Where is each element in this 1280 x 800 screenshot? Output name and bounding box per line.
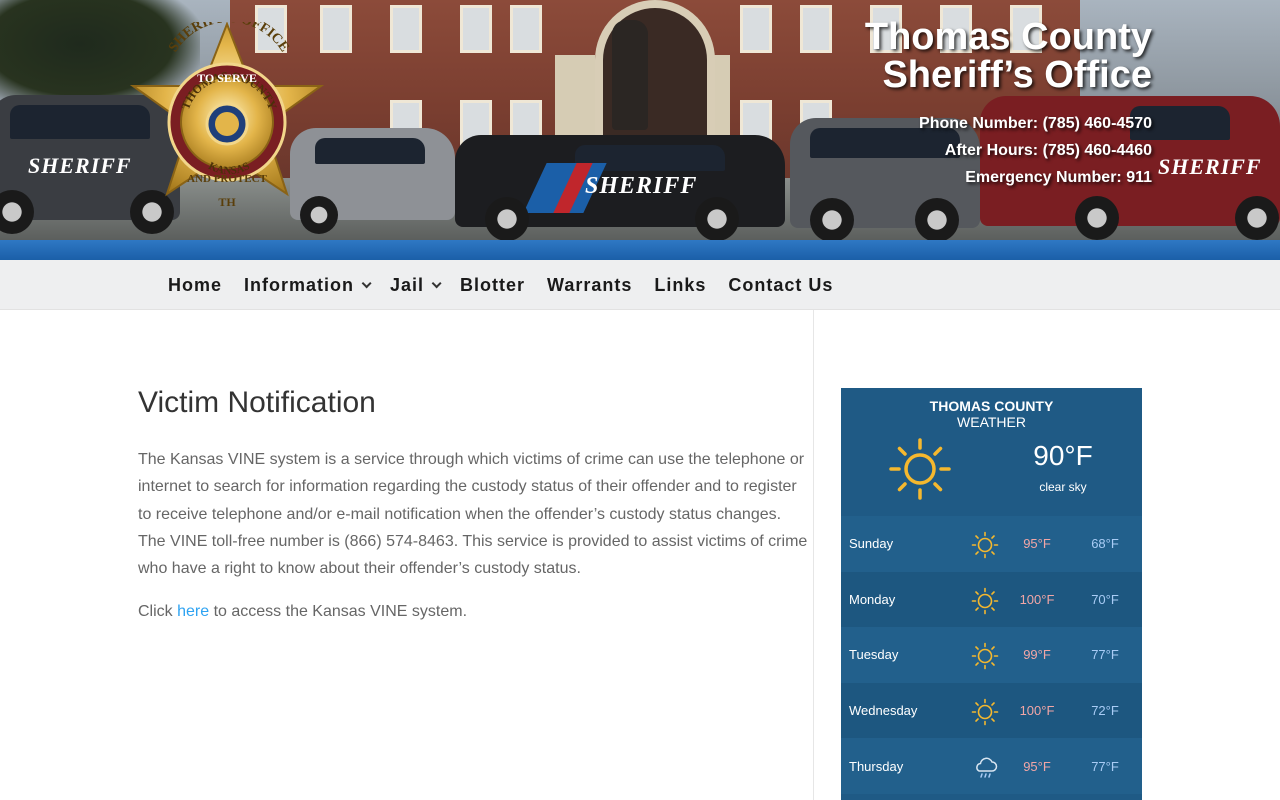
weather-label: WEATHER [957, 414, 1026, 430]
forecast-high: 95°F [1023, 758, 1051, 774]
forecast-list: Sunday 95°F 68°F Monday 100°F 70°F Tuesd… [841, 516, 1142, 794]
page-title: Victim Notification [138, 386, 376, 419]
forecast-high: 95°F [1023, 536, 1051, 552]
vehicle-decal: SHERIFF [28, 153, 132, 178]
vehicle-decal: SHERIFF [585, 173, 698, 199]
forecast-day: Tuesday [849, 647, 899, 663]
header-accent-stripe [0, 240, 1280, 260]
nav-item-contact-us[interactable]: Contact Us [728, 275, 833, 296]
vehicle-decal: SHERIFF [1158, 154, 1262, 179]
weather-current: 90°F clear sky [841, 430, 1142, 528]
sidebar-divider [813, 310, 814, 800]
nav-item-label: Blotter [460, 274, 526, 295]
forecast-day: Monday [849, 591, 896, 607]
nav-item-label: Warrants [547, 274, 633, 295]
main-nav: Home Information Jail Blotter Warrants L… [0, 260, 1280, 310]
weather-header: THOMAS COUNTY WEATHER [841, 388, 1142, 430]
badge-upper-band-text: TO SERVE [197, 71, 257, 85]
chevron-down-icon [431, 277, 442, 288]
vine-description: The Kansas VINE system is a service thro… [138, 451, 808, 578]
after-hours-number: After Hours: (785) 460-4460 [944, 142, 1152, 159]
forecast-low: 77°F [1091, 758, 1119, 774]
site-title-block: Thomas County Sheriff’s Office Phone Num… [865, 18, 1152, 191]
forecast-row: Sunday 95°F 68°F [841, 516, 1142, 572]
nav-item-label: Jail [390, 274, 425, 295]
click-suffix: to access the Kansas VINE system. [209, 603, 468, 621]
current-conditions: clear sky [1039, 480, 1087, 494]
nav-item-label: Home [168, 274, 223, 295]
forecast-high: 99°F [1023, 647, 1051, 663]
forecast-low: 77°F [1091, 647, 1119, 663]
badge-initials-text: TH [218, 195, 236, 209]
weather-widget: THOMAS COUNTY WEATHER 90°F clear sky Sun… [841, 388, 1142, 800]
site-title-line2: Sheriff’s Office [882, 54, 1152, 96]
nav-item-jail[interactable]: Jail [390, 274, 442, 296]
statue-image [612, 20, 648, 130]
weather-location: THOMAS COUNTY [929, 398, 1054, 414]
nav-item-label: Links [654, 274, 707, 295]
rain-cloud-icon [976, 757, 998, 779]
click-prefix: Click [138, 603, 178, 621]
patrol-sedan-black: SHERIFF [455, 135, 785, 241]
phone-number: Phone Number: (785) 460-4570 [919, 115, 1152, 132]
main-content: Victim Notification The Kansas VINE syst… [138, 386, 808, 642]
nav-item-blotter[interactable]: Blotter [460, 275, 525, 296]
forecast-row: Tuesday 99°F 77°F [841, 627, 1142, 683]
nav-item-label: Contact Us [728, 274, 834, 295]
forecast-day: Sunday [849, 536, 894, 552]
emergency-number: Emergency Number: 911 [965, 169, 1152, 186]
forecast-low: 72°F [1091, 703, 1119, 719]
vine-link[interactable]: here [177, 603, 209, 620]
sun-icon [889, 438, 951, 500]
nav-item-information[interactable]: Information [244, 274, 372, 296]
nav-item-links[interactable]: Links [654, 275, 706, 296]
site-title-line1: Thomas County [864, 16, 1152, 58]
contact-numbers: Phone Number: (785) 460-4570 After Hours… [865, 110, 1152, 191]
nav-item-label: Information [244, 274, 355, 295]
chevron-down-icon [361, 277, 372, 288]
forecast-high: 100°F [1019, 591, 1055, 607]
vine-access-text: Click here to access the Kansas VINE sys… [138, 598, 808, 625]
sun-icon [971, 531, 999, 559]
header-banner: SHERIFF SHERIFF SHERIFF SHERI FFICE THOM… [0, 0, 1280, 260]
forecast-row: Thursday 95°F 77°F [841, 738, 1142, 794]
sun-icon [971, 587, 999, 614]
forecast-day: Wednesday [849, 703, 918, 719]
sun-icon [971, 698, 999, 726]
forecast-high: 100°F [1019, 703, 1055, 719]
sheriff-badge-logo[interactable]: SHERIFF'S OFFICE THOMAS COUNTY KANSAS TO… [125, 22, 330, 222]
forecast-row: Wednesday 100°F 72°F [841, 682, 1142, 739]
forecast-low: 68°F [1091, 536, 1119, 552]
current-temperature: 90°F [1033, 440, 1093, 471]
badge-lower-band-text: AND PROTECT [187, 173, 267, 185]
forecast-day: Thursday [849, 758, 904, 774]
nav-item-home[interactable]: Home [168, 275, 222, 296]
nav-item-warrants[interactable]: Warrants [547, 275, 632, 296]
forecast-low: 70°F [1091, 591, 1119, 607]
forecast-row: Monday 100°F 70°F [841, 571, 1142, 628]
sun-icon [971, 642, 999, 670]
